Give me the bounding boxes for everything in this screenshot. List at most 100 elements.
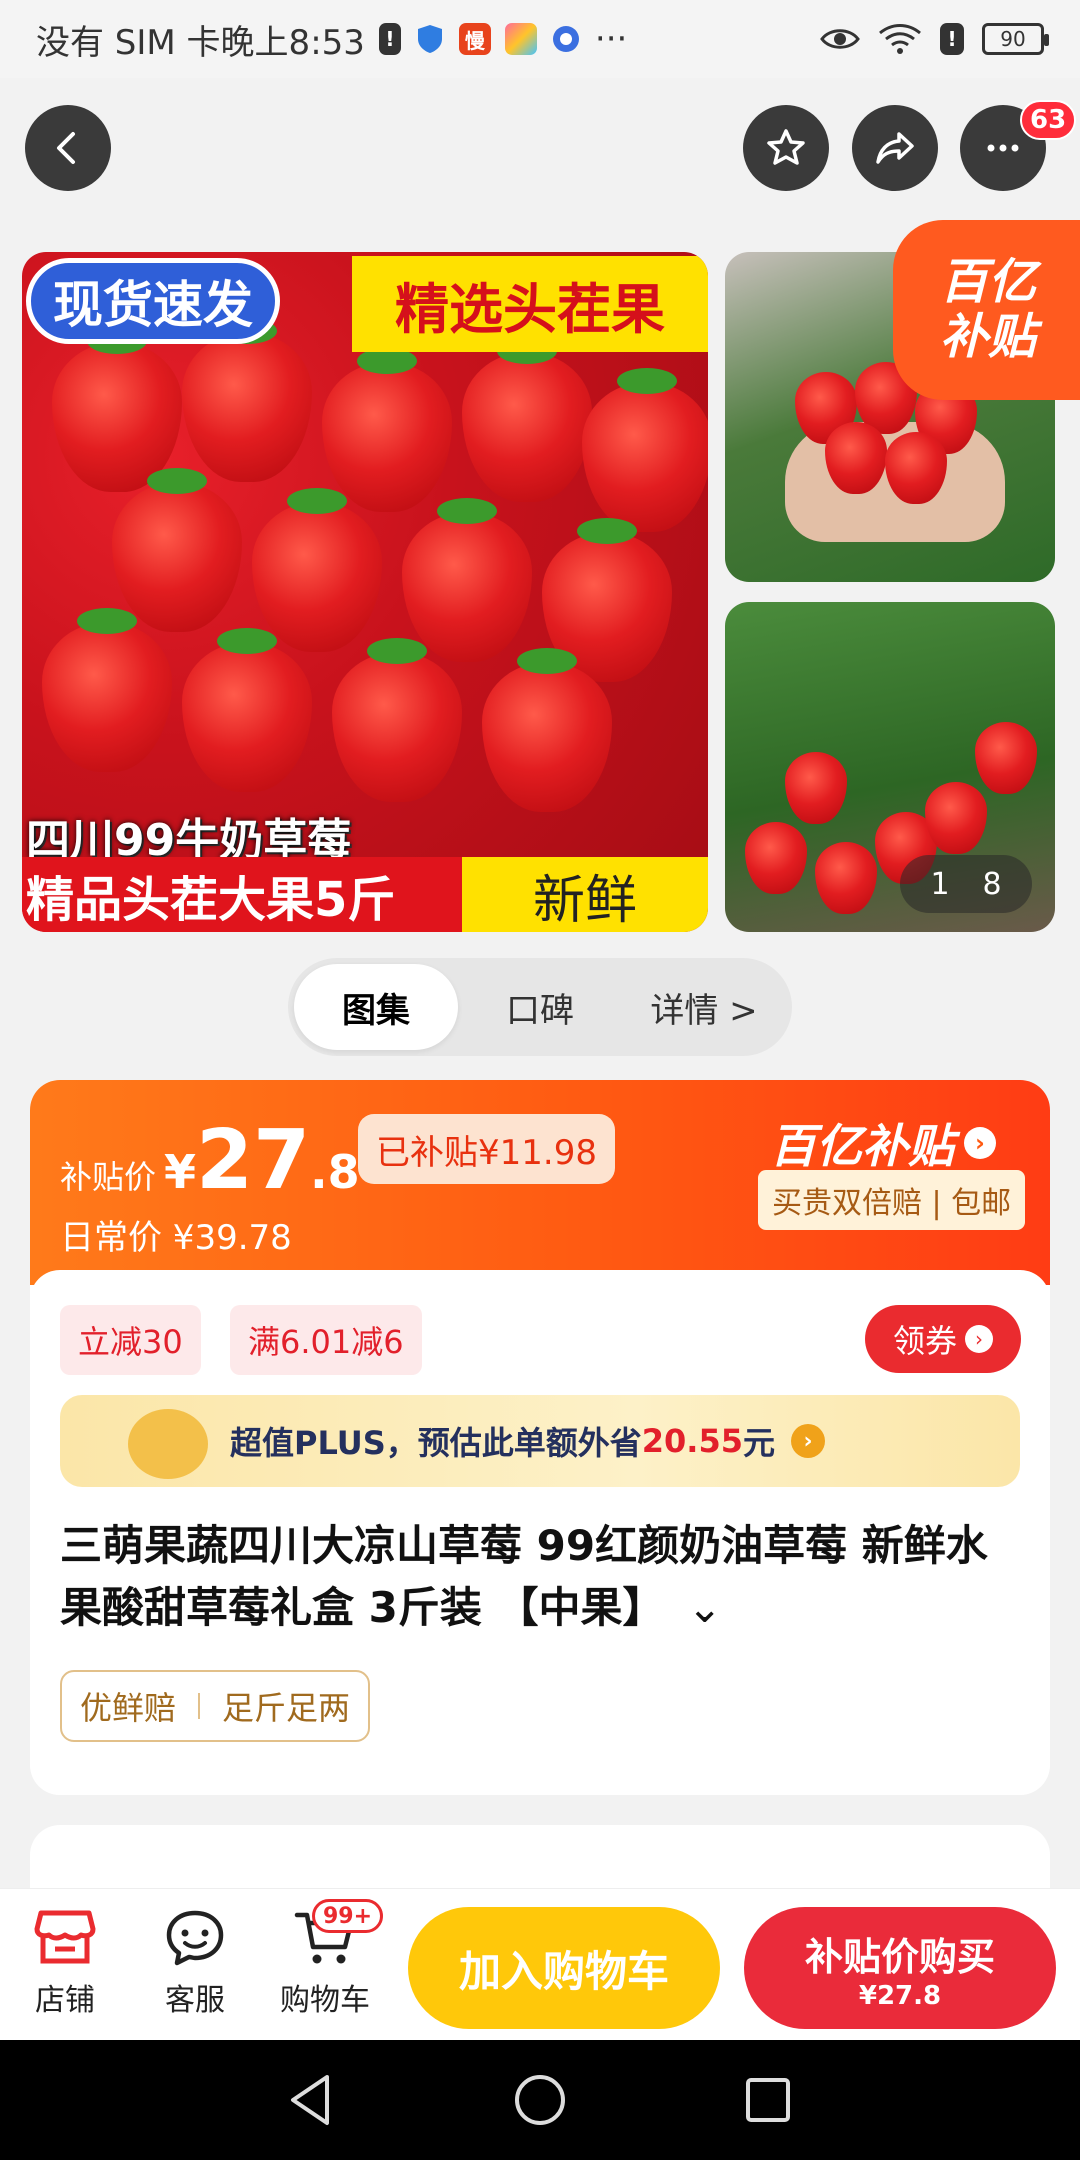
caption-yellow: 新鲜 (462, 857, 708, 932)
strawberry-image (925, 782, 987, 854)
page-total: 8 (982, 866, 1002, 902)
program-name: 百亿补贴 (770, 1119, 954, 1173)
claim-coupon-button[interactable]: 领券 › (865, 1305, 1021, 1373)
image-gallery: 现货速发 精选头茬果 四川99牛奶草莓 精品头茬大果5斤 新鲜 百亿 补贴 1 … (0, 220, 1080, 935)
add-to-cart-button[interactable]: 加入购物车 (408, 1907, 720, 2029)
chevron-down-icon[interactable]: ⌄ (687, 1583, 722, 1632)
main-product-image[interactable]: 现货速发 精选头茬果 四川99牛奶草莓 精品头茬大果5斤 新鲜 (22, 252, 708, 932)
image-caption-bar: 精品头茬大果5斤 新鲜 (22, 857, 708, 932)
page-current: 1 (930, 866, 950, 902)
coupon-tag[interactable]: 立减30 (60, 1305, 201, 1375)
subsidy-program-link[interactable]: 百亿补贴 › (770, 1110, 996, 1176)
strawberry-image (785, 752, 847, 824)
price-integer: 27 (196, 1113, 311, 1208)
plus-savings-banner[interactable]: 超值PLUS，预估此单额外省 20.55 元 › (60, 1395, 1020, 1487)
chevron-right-icon: › (965, 1325, 993, 1353)
strawberry-image (182, 318, 312, 482)
top-action-bar: 63 (0, 100, 1080, 191)
more-dots-icon (987, 144, 1019, 152)
service-tags[interactable]: 优鲜赔 足斤足两 (60, 1670, 371, 1742)
shield-icon (415, 23, 445, 55)
strawberry-image (332, 638, 462, 802)
battery-indicator: 90 (982, 23, 1049, 55)
strawberry-image (582, 368, 708, 532)
subsidy-badge-line1: 百亿 (939, 253, 1036, 310)
tab-reviews[interactable]: 口碑 (458, 964, 622, 1050)
strawberry-image (182, 628, 312, 792)
divider (198, 1693, 201, 1719)
service-tag: 足斤足两 (222, 1689, 351, 1727)
strawberry-image (112, 468, 242, 632)
strawberry-image (462, 338, 592, 502)
moon-icon (128, 1409, 208, 1479)
caption-red: 精品头茬大果5斤 (22, 857, 462, 932)
strawberry-image (482, 648, 612, 812)
price-currency: ¥ (164, 1145, 197, 1199)
regular-price: 日常价 ¥39.78 (60, 1218, 292, 1258)
chevron-right-icon: › (790, 1424, 825, 1458)
service-label: 客服 (165, 1983, 225, 2018)
shop-icon (34, 1910, 96, 1964)
nav-back-button[interactable] (280, 2070, 340, 2130)
claim-label: 领券 (892, 1322, 957, 1360)
chat-smile-icon (166, 1910, 224, 1966)
price-label: 补贴价 (60, 1158, 157, 1196)
shop-label: 店铺 (35, 1983, 95, 2018)
product-title-text: 三萌果蔬四川大凉山草莓 99红颜奶油草莓 新鲜水果酸甜草莓礼盒 3斤装 【中果】 (60, 1521, 988, 1632)
carrier-time: 没有 SIM 卡晚上8:53 (36, 22, 365, 63)
system-nav-bar (0, 2040, 1080, 2160)
buy-price: ¥27.8 (858, 1980, 942, 2011)
buy-now-button[interactable]: 补贴价购买 ¥27.8 (744, 1907, 1056, 2029)
coupon-tag[interactable]: 满6.01减6 (230, 1305, 422, 1375)
star-icon (767, 129, 805, 165)
more-notifications: ··· (594, 19, 628, 59)
guarantee-badge: 买贵双倍赔 | 包邮 (758, 1170, 1026, 1230)
chevron-left-icon (57, 132, 75, 164)
share-icon (876, 132, 914, 164)
price-header: 补贴价 ¥ 27 .8 已补贴¥11.98 日常价 ¥39.78 百亿补贴 › … (30, 1080, 1050, 1285)
nav-recents-button[interactable] (738, 2070, 798, 2130)
plus-amount: 20.55 (641, 1422, 743, 1460)
selected-fruit-tag: 精选头茬果 (352, 256, 708, 352)
subsidy-badge: 百亿 补贴 (893, 220, 1080, 400)
strawberry-image (815, 842, 877, 914)
strawberry-image (322, 348, 452, 512)
favorite-button[interactable] (743, 105, 829, 191)
alert-icon: ! (378, 23, 401, 55)
buy-label: 补贴价购买 (804, 1934, 995, 1979)
product-info: 立减30 满6.01减6 领券 › 超值PLUS，预估此单额外省 20.55 元… (30, 1270, 1050, 1795)
back-button[interactable] (25, 105, 111, 191)
shop-button[interactable]: 店铺 (10, 1907, 120, 2019)
strawberry-image (745, 822, 807, 894)
plus-suffix: 元 (742, 1424, 775, 1462)
bottom-action-bar: 店铺 客服 购物车 99+ 加入购物车 补贴价购买 ¥27.8 (0, 1888, 1080, 2040)
strawberry-image (402, 498, 532, 662)
circle-home-icon (515, 2075, 565, 2125)
subsidy-amount-chip: 已补贴¥11.98 (358, 1114, 615, 1184)
tab-gallery[interactable]: 图集 (294, 964, 458, 1050)
product-title: 三萌果蔬四川大凉山草莓 99红颜奶油草莓 新鲜水果酸甜草莓礼盒 3斤装 【中果】… (60, 1515, 1025, 1639)
customer-service-button[interactable]: 客服 (140, 1907, 250, 2019)
wifi-icon (878, 23, 922, 55)
strawberry-image (42, 608, 172, 772)
app-slow-icon: 慢 (458, 23, 491, 55)
strawberry-image (975, 722, 1037, 794)
app-colorful-icon (504, 23, 537, 55)
price-card: 补贴价 ¥ 27 .8 已补贴¥11.98 日常价 ¥39.78 百亿补贴 › … (30, 1080, 1050, 1795)
cart-count-badge: 99+ (312, 1899, 384, 1933)
cart-label: 购物车 (280, 1983, 370, 2018)
message-count-badge: 63 (1020, 100, 1077, 140)
subsidy-badge-line2: 补贴 (939, 309, 1036, 365)
page-indicator: 1 8 (900, 855, 1032, 913)
sim-alert-icon: ! (940, 23, 964, 55)
triangle-back-icon (291, 2075, 329, 2125)
eye-icon (820, 26, 860, 52)
share-button[interactable] (852, 105, 938, 191)
chevron-right-icon: › (964, 1127, 996, 1159)
tab-details[interactable]: 详情 > (622, 964, 786, 1050)
subsidy-price: 补贴价 ¥ 27 .8 (60, 1120, 360, 1202)
plus-text: 超值PLUS，预估此单额外省 (230, 1424, 642, 1462)
in-stock-tag: 现货速发 (26, 258, 280, 344)
price-decimal: .8 (310, 1145, 360, 1199)
nav-home-button[interactable] (510, 2070, 570, 2130)
